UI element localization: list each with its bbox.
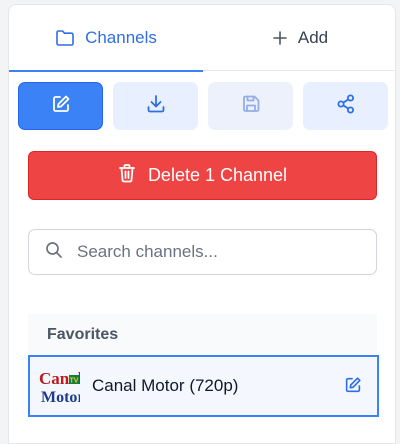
channel-name: Canal Motor (720p) [92, 376, 239, 395]
favorites-title: Favorites [47, 326, 119, 343]
tab-add[interactable]: Add [203, 5, 395, 71]
channel-edit-icon[interactable] [343, 375, 363, 400]
folder-icon [55, 29, 75, 47]
channel-panel: Channels Add Delete 1 Channel Search cha… [8, 4, 396, 444]
logo-text-line2: Motor [41, 389, 80, 406]
channel-item[interactable]: Canal TV Motor Canal Motor (720p) [28, 355, 379, 417]
tab-channels-label: Channels [85, 28, 157, 47]
search-input[interactable] [77, 242, 357, 262]
favorites-header: Favorites [28, 314, 377, 356]
share-button[interactable] [303, 82, 388, 130]
delete-channels-button[interactable]: Delete 1 Channel [28, 151, 377, 200]
delete-channels-label: Delete 1 Channel [147, 165, 288, 185]
download-button[interactable] [113, 82, 198, 130]
trash-icon [118, 163, 136, 188]
plus-icon [272, 30, 288, 46]
tab-channels[interactable]: Channels [9, 5, 203, 72]
tab-bar: Channels Add [9, 5, 395, 72]
logo-badge-text: TV [70, 378, 79, 385]
save-button[interactable] [208, 82, 293, 130]
channel-logo: Canal TV Motor [38, 365, 80, 407]
save-icon [240, 93, 262, 120]
tab-add-label: Add [297, 28, 329, 47]
download-icon [145, 93, 167, 120]
edit-icon [50, 93, 72, 120]
search-box [28, 229, 377, 275]
search-icon [45, 241, 63, 264]
share-icon [335, 93, 357, 120]
edit-mode-button[interactable] [18, 82, 103, 130]
toolbar [18, 82, 388, 130]
